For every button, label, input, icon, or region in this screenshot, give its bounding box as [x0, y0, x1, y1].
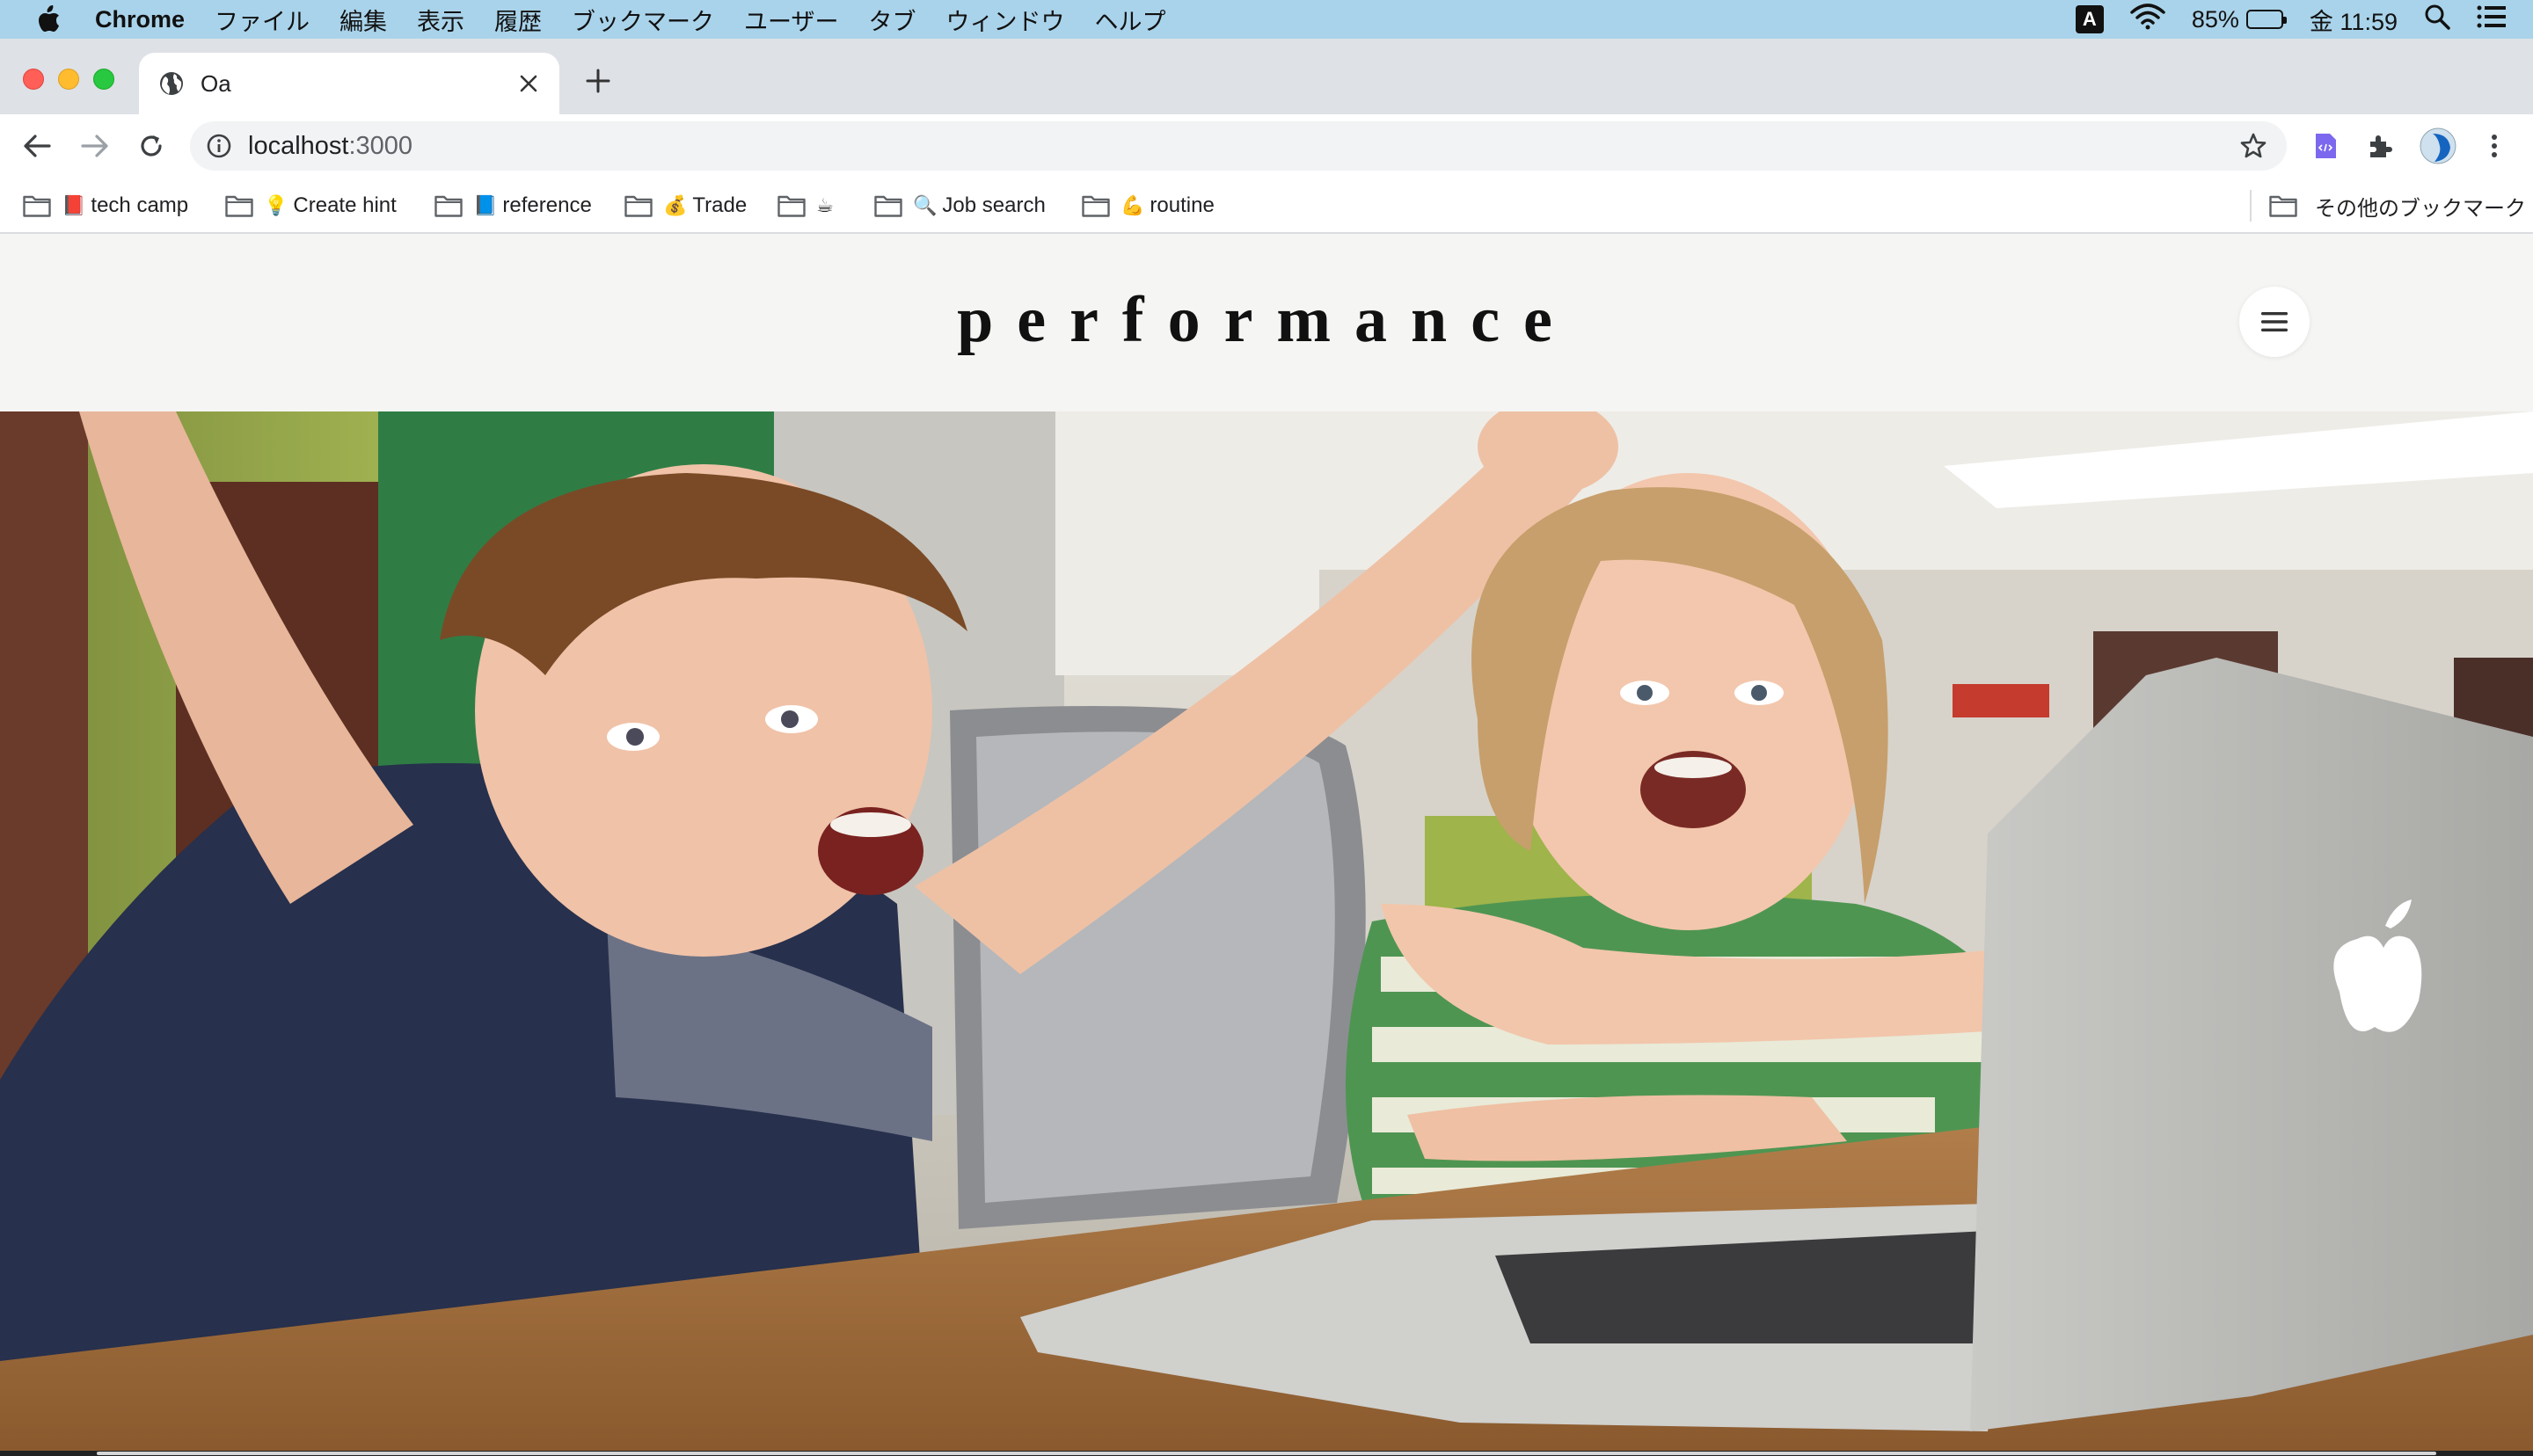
bookmark-emoji: ☕	[816, 194, 834, 217]
folder-icon	[1082, 195, 1110, 217]
folder-icon	[225, 195, 253, 217]
menu-window[interactable]: ウィンドウ	[945, 3, 1064, 37]
address-bar[interactable]: localhost:3000	[190, 121, 2287, 171]
battery-status[interactable]: 85%	[2191, 5, 2287, 33]
bookmark-folder-routine[interactable]: 💪 routine	[1082, 188, 1215, 223]
hamburger-icon	[2261, 312, 2288, 331]
folder-icon	[777, 195, 806, 217]
bookmark-folder-reference[interactable]: 📘 reference	[434, 188, 592, 223]
bookmark-label: Job search	[942, 193, 1046, 217]
url-port: :3000	[348, 131, 413, 160]
extension-code-icon[interactable]	[2306, 127, 2345, 165]
bookmark-folder-other[interactable]: その他のブックマーク	[2269, 188, 2526, 223]
window-fullscreen-button[interactable]	[93, 69, 114, 90]
profile-avatar[interactable]	[2419, 127, 2457, 165]
spotlight-search-icon[interactable]	[2424, 4, 2450, 36]
bookmark-folder-job-search[interactable]: 🔍 Job search	[874, 188, 1046, 223]
apple-menu-icon[interactable]	[33, 4, 63, 34]
bookmark-label: routine	[1150, 193, 1215, 217]
bookmark-emoji: 🔍	[913, 194, 938, 217]
reload-icon[interactable]	[132, 127, 171, 165]
menu-app-name[interactable]: Chrome	[95, 6, 185, 33]
bookmark-folder-create-hint[interactable]: 💡 Create hint	[225, 188, 397, 223]
url-text: localhost:3000	[248, 132, 412, 161]
wifi-icon[interactable]	[2130, 3, 2165, 36]
menu-file[interactable]: ファイル	[215, 3, 310, 37]
bookmark-star-icon[interactable]	[2239, 132, 2267, 160]
tab-close-icon[interactable]	[514, 69, 544, 98]
bookmarks-bar: 📕 tech camp 💡 Create hint 📘 reference 💰 …	[0, 178, 2533, 234]
menu-bar: Chrome ファイル 編集 表示 履歴 ブックマーク ユーザー タブ ウィンド…	[0, 0, 2533, 39]
window-bottom-edge	[0, 1451, 2533, 1456]
hero-photo	[0, 411, 2533, 1451]
menu-history[interactable]: 履歴	[494, 3, 542, 37]
menu-view[interactable]: 表示	[417, 3, 464, 37]
window-minimize-button[interactable]	[58, 69, 79, 90]
menu-tab[interactable]: タブ	[868, 3, 916, 37]
tab-title: Oa	[201, 69, 231, 97]
bookmark-label: reference	[502, 193, 592, 217]
new-tab-button[interactable]	[580, 63, 616, 98]
hamburger-menu-button[interactable]	[2239, 287, 2310, 357]
bookmark-emoji: 💰	[663, 194, 688, 217]
folder-icon	[624, 195, 653, 217]
window-close-button[interactable]	[23, 69, 44, 90]
bookmark-emoji: 💪	[1121, 194, 1145, 217]
input-method-indicator[interactable]: A	[2075, 5, 2104, 33]
site-logo[interactable]: performance	[0, 283, 2533, 358]
folder-icon	[874, 195, 902, 217]
tab-active[interactable]: Oa	[139, 53, 559, 114]
bookmarks-separator	[2250, 190, 2252, 222]
bookmark-emoji: 📕	[62, 194, 86, 217]
bookmark-label: Create hint	[293, 193, 397, 217]
forward-arrow-icon[interactable]	[76, 127, 114, 165]
bookmark-emoji: 📘	[473, 194, 498, 217]
site-info-icon[interactable]	[206, 133, 232, 159]
globe-icon	[158, 70, 185, 97]
horizontal-scrollbar[interactable]	[97, 1452, 2436, 1455]
menu-bookmarks[interactable]: ブックマーク	[572, 3, 714, 37]
bookmark-folder-coffee[interactable]: ☕	[777, 188, 839, 223]
folder-icon	[2269, 195, 2297, 217]
folder-icon	[23, 195, 51, 217]
extensions-puzzle-icon[interactable]	[2361, 127, 2399, 165]
bookmark-folder-tech-camp[interactable]: 📕 tech camp	[23, 188, 188, 223]
tab-strip: Oa	[0, 39, 2533, 114]
url-host: localhost	[248, 131, 349, 160]
bookmark-label: Trade	[692, 193, 748, 217]
bookmark-label: tech camp	[91, 193, 189, 217]
menu-help[interactable]: ヘルプ	[1094, 3, 1165, 37]
bookmark-label: その他のブックマーク	[2315, 196, 2526, 221]
battery-percent: 85%	[2191, 5, 2239, 33]
browser-toolbar: localhost:3000	[0, 114, 2533, 178]
hero-image	[0, 411, 2533, 1451]
menu-edit[interactable]: 編集	[339, 3, 387, 37]
battery-icon	[2245, 10, 2287, 29]
menu-users[interactable]: ユーザー	[744, 3, 838, 37]
clock[interactable]: 金 11:59	[2310, 3, 2398, 37]
bookmark-folder-trade[interactable]: 💰 Trade	[624, 188, 747, 223]
bookmark-emoji: 💡	[264, 194, 288, 217]
menu-bar-status: A 85% 金 11:59	[2075, 0, 2507, 39]
folder-icon	[434, 195, 463, 217]
site-header: performance	[0, 236, 2533, 411]
back-arrow-icon[interactable]	[18, 127, 56, 165]
more-menu-icon[interactable]	[2475, 127, 2514, 165]
control-list-icon[interactable]	[2477, 4, 2507, 35]
